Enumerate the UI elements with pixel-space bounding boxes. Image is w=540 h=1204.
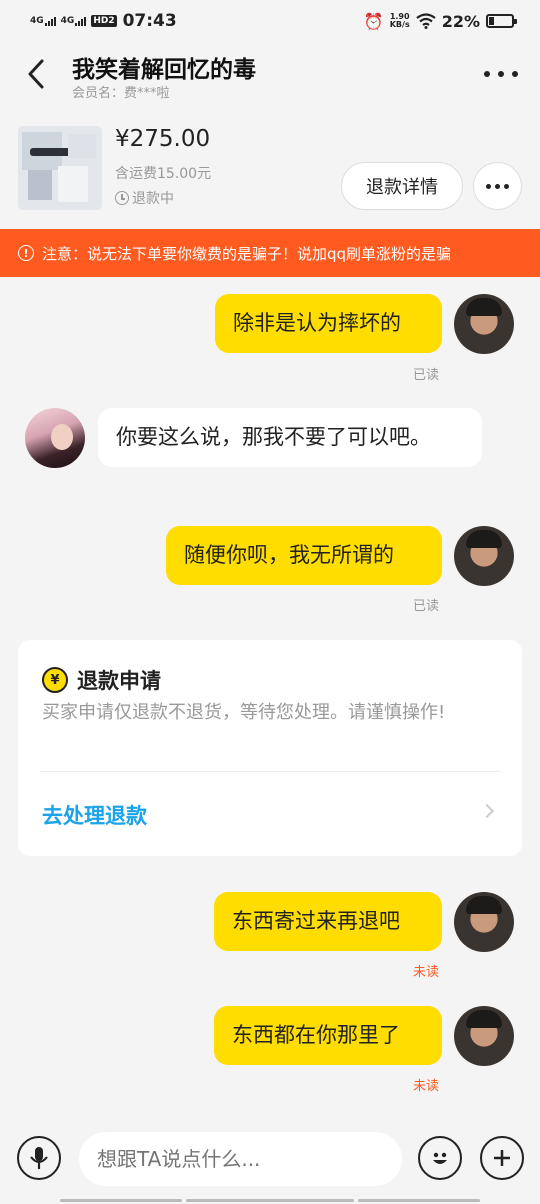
refund-card-description: 买家申请仅退款不退货，等待您处理。请谨慎操作! (42, 702, 446, 723)
refund-card-title: 退款申请 (77, 669, 161, 693)
speed-unit: KB/s (389, 20, 410, 29)
back-arrow-icon (28, 59, 44, 89)
plus-icon (494, 1150, 510, 1166)
message-bubble-sent[interactable]: 东西寄过来再退吧 (214, 892, 442, 951)
nav-bar-segment-3 (358, 1199, 480, 1202)
process-refund-link[interactable]: 去处理退款 (42, 800, 147, 830)
network-speed: 1.90 KB/s (390, 13, 410, 29)
refund-request-card: ¥ 退款申请 买家申请仅退款不退货，等待您处理。请谨慎操作! 去处理退款 (18, 640, 522, 856)
battery-percent: 22% (441, 11, 480, 31)
clock-icon (115, 191, 129, 205)
network-type-2: 4G (60, 15, 75, 26)
refund-status: 退款中 (115, 188, 174, 208)
unread-receipt: 未读 (413, 965, 440, 980)
emoji-icon (433, 1152, 447, 1164)
network-type-1: 4G (30, 15, 44, 26)
clock-time: 07:43 (122, 11, 177, 31)
divider (40, 771, 500, 772)
my-avatar[interactable] (454, 1006, 514, 1066)
hd-voice-badge: HD2 (91, 15, 117, 27)
message-bubble-sent[interactable]: 除非是认为摔坏的 (215, 294, 442, 353)
warning-icon: ! (18, 245, 34, 261)
chevron-right-icon[interactable] (479, 803, 495, 819)
order-price: ¥275.00 (115, 126, 211, 152)
order-more-button[interactable] (473, 162, 522, 210)
warning-banner[interactable]: ! 注意：说无法下单要你缴费的是骗子！说加qq刷单涨粉的是骗 (0, 229, 540, 277)
back-button[interactable] (22, 56, 52, 92)
refund-detail-button[interactable]: 退款详情 (341, 162, 463, 210)
refund-status-text: 退款中 (132, 191, 174, 207)
battery-icon (486, 14, 517, 28)
message-bubble-sent[interactable]: 随便你呗，我无所谓的 (166, 526, 442, 585)
signal-2-icon: 4G (60, 15, 87, 26)
microphone-icon (30, 1147, 48, 1169)
my-avatar[interactable] (454, 892, 514, 952)
message-input[interactable] (79, 1132, 402, 1186)
message-bubble-received[interactable]: 你要这么说，那我不要了可以吧。 (98, 408, 482, 467)
unread-receipt: 未读 (413, 1079, 440, 1094)
nav-bar-segment-1 (60, 1199, 182, 1202)
buyer-avatar[interactable] (25, 408, 85, 468)
wifi-icon (416, 13, 436, 29)
emoji-button[interactable] (418, 1136, 462, 1180)
read-receipt: 已读 (413, 599, 440, 614)
warning-text: 注意：说无法下单要你缴费的是骗子！说加qq刷单涨粉的是骗 (42, 244, 452, 263)
read-receipt: 已读 (413, 368, 440, 383)
member-name: 会员名：费***啦 (72, 86, 170, 101)
product-thumbnail[interactable] (18, 126, 102, 210)
add-button[interactable] (480, 1136, 524, 1180)
status-bar: 4G 4G HD2 07:43 ⏰ 1.90 KB/s 22% (0, 0, 540, 42)
more-icon[interactable] (484, 64, 518, 84)
order-summary: ¥275.00 含运费15.00元 退款中 退款详情 (0, 112, 540, 228)
nav-bar-segment-2 (186, 1199, 354, 1202)
chat-title: 我笑着解回忆的毒 (72, 57, 256, 83)
my-avatar[interactable] (454, 526, 514, 586)
message-bubble-sent[interactable]: 东西都在你那里了 (214, 1006, 442, 1065)
signal-1-icon: 4G (30, 15, 56, 26)
yen-icon: ¥ (42, 667, 68, 693)
shipping-fee: 含运费15.00元 (115, 166, 212, 182)
chat-header: 我笑着解回忆的毒 会员名：费***啦 (0, 42, 540, 112)
alarm-icon: ⏰ (363, 11, 384, 31)
message-input-bar (0, 1124, 540, 1194)
my-avatar[interactable] (454, 294, 514, 354)
voice-button[interactable] (17, 1136, 61, 1180)
